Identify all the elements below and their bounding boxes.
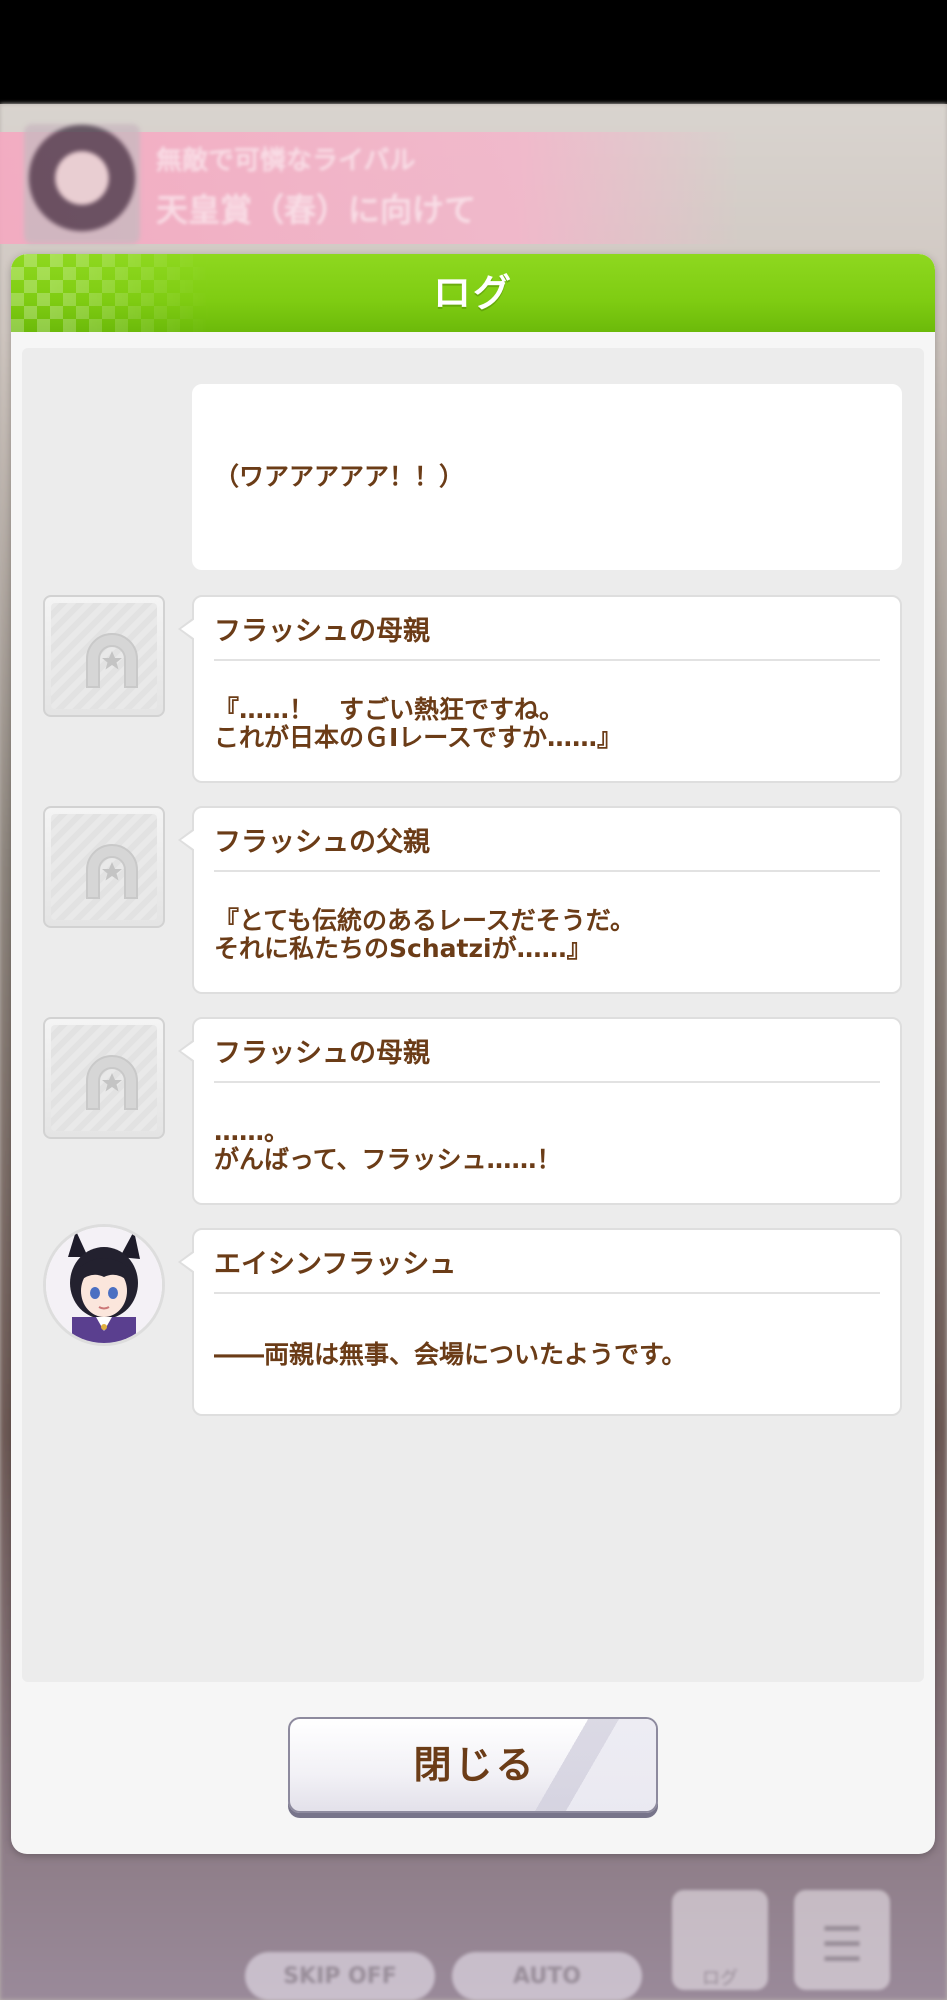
dialog-header: ログ xyxy=(11,254,935,332)
divider xyxy=(214,870,880,872)
speaker-avatar xyxy=(43,1017,165,1139)
horseshoe-icon xyxy=(86,1055,138,1110)
close-button-label: 閉じる xyxy=(413,1743,537,1787)
background-character-avatar xyxy=(24,124,140,244)
horseshoe-icon xyxy=(86,844,138,899)
log-dialog: ログ （ワアアアアア！！） フラッシュの母親 『……！ すごい熱狂ですね。 これ… xyxy=(11,254,935,1854)
log-bubble: （ワアアアアア！！） xyxy=(192,384,902,570)
speaker-name: フラッシュの母親 xyxy=(214,616,430,647)
skip-toggle-button: SKIP OFF xyxy=(245,1952,435,2000)
log-bubble: フラッシュの母親 ……。 がんばって、フラッシュ……！ xyxy=(178,1017,902,1205)
divider xyxy=(214,659,880,661)
menu-button: ☰ xyxy=(794,1890,890,1990)
divider xyxy=(214,1292,880,1294)
background-header-subtitle: 無敵で可憐なライバル xyxy=(156,146,416,176)
log-line: 『……！ すごい熱狂ですね。 xyxy=(214,695,565,724)
speaker-avatar xyxy=(43,595,165,717)
speaker-name: フラッシュの父親 xyxy=(214,827,430,858)
log-line: 『とても伝統のあるレースだそうだ。 xyxy=(214,906,636,935)
log-line: ――両親は無事、会場についたようです。 xyxy=(214,1340,687,1369)
log-menu-button: ログ xyxy=(672,1890,768,1990)
log-line: がんばって、フラッシュ……！ xyxy=(214,1145,562,1174)
dialog-title: ログ xyxy=(432,271,513,315)
divider xyxy=(214,1081,880,1083)
log-bubble: フラッシュの父親 『とても伝統のあるレースだそうだ。 それに私たちのSchatz… xyxy=(178,806,902,994)
character-avatar xyxy=(43,1224,165,1346)
close-button[interactable]: 閉じる xyxy=(288,1717,658,1813)
log-menu-label: ログ xyxy=(702,1968,738,1989)
character-portrait-icon xyxy=(46,1227,162,1343)
speaker-name: フラッシュの母親 xyxy=(214,1038,430,1069)
status-bar xyxy=(0,0,947,104)
log-line: （ワアアアアア！！） xyxy=(214,462,465,491)
log-list[interactable]: （ワアアアアア！！） フラッシュの母親 『……！ すごい熱狂ですね。 これが日本… xyxy=(22,348,924,1682)
log-line: これが日本のＧⅠレースですか……』 xyxy=(214,723,623,752)
auto-toggle-button: AUTO xyxy=(452,1952,642,2000)
log-bubble: フラッシュの母親 『……！ すごい熱狂ですね。 これが日本のＧⅠレースですか……… xyxy=(178,595,902,783)
log-bubble: エイシンフラッシュ ――両親は無事、会場についたようです。 xyxy=(178,1228,902,1416)
background-header-title: 天皇賞（春）に向けて xyxy=(156,191,477,229)
menu-icon: ☰ xyxy=(820,1917,864,1973)
background-footer: SKIP OFF AUTO ログ ☰ xyxy=(0,1860,947,2000)
log-line: それに私たちのSchatziが……』 xyxy=(214,934,592,963)
speaker-avatar xyxy=(43,806,165,928)
speaker-name: エイシンフラッシュ xyxy=(214,1249,457,1280)
log-line: ……。 xyxy=(214,1117,290,1146)
horseshoe-icon xyxy=(86,633,138,688)
